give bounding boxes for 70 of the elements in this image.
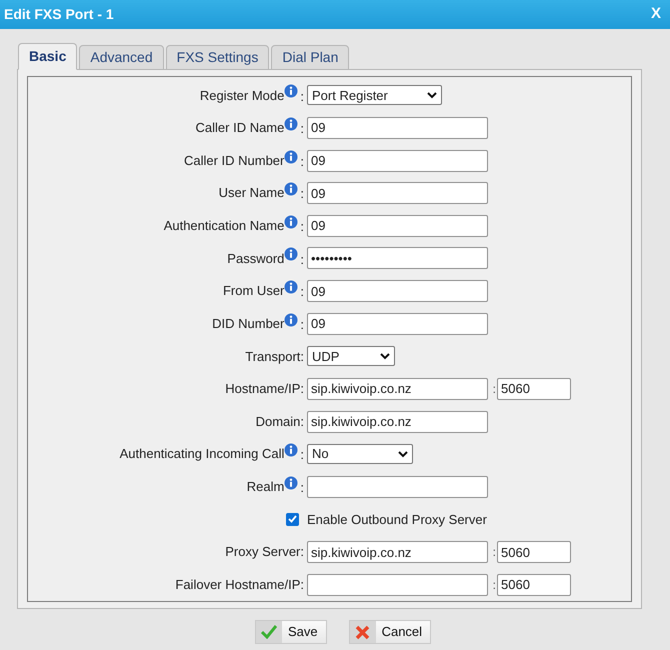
info-icon[interactable] bbox=[284, 116, 298, 131]
colon: : bbox=[300, 316, 304, 334]
info-icon[interactable] bbox=[284, 280, 298, 294]
info-icon[interactable] bbox=[284, 476, 298, 490]
chevron-down-icon bbox=[427, 92, 437, 99]
checkmark-icon bbox=[260, 625, 277, 639]
input-field[interactable]: sip.kiwivoip.co.nz bbox=[307, 378, 488, 400]
checkbox-label: Enable Outbound Proxy Server bbox=[307, 510, 488, 529]
checkbox[interactable] bbox=[286, 512, 299, 526]
field-label: Transport: bbox=[245, 348, 304, 366]
field-label: Domain: bbox=[256, 412, 304, 431]
info-icon[interactable] bbox=[284, 84, 298, 98]
info-icon[interactable] bbox=[284, 312, 298, 327]
input-field[interactable] bbox=[307, 574, 488, 596]
dropdown[interactable]: No bbox=[307, 444, 413, 464]
colon: : bbox=[300, 218, 304, 236]
tab[interactable]: Advanced bbox=[79, 45, 164, 70]
field-label: Authentication Name bbox=[164, 217, 284, 236]
port-separator: : bbox=[492, 576, 496, 594]
chevron-down-icon bbox=[398, 450, 408, 458]
colon: : bbox=[300, 283, 304, 302]
tab[interactable]: Basic bbox=[18, 43, 78, 70]
port-field[interactable]: 5060 bbox=[497, 574, 571, 596]
cross-icon bbox=[355, 624, 370, 640]
colon: : bbox=[300, 479, 304, 498]
input-field[interactable]: 09 bbox=[307, 214, 488, 237]
colon: : bbox=[300, 446, 304, 464]
tab[interactable]: Dial Plan bbox=[271, 45, 350, 70]
field-label: Proxy Server: bbox=[225, 543, 304, 562]
input-field[interactable] bbox=[307, 476, 488, 498]
input-field[interactable]: 09 bbox=[307, 280, 488, 302]
password-field[interactable]: ••••••••• bbox=[307, 247, 488, 270]
dropdown[interactable]: UDP bbox=[307, 346, 395, 366]
field-label: DID Number bbox=[212, 314, 284, 333]
info-icon[interactable] bbox=[284, 443, 298, 458]
input-field[interactable]: 09 bbox=[307, 312, 488, 335]
field-label: Register Mode bbox=[200, 86, 284, 105]
field-label: Authenticating Incoming Call bbox=[120, 445, 284, 464]
field-label: User Name bbox=[218, 184, 284, 202]
port-separator: : bbox=[492, 544, 496, 562]
colon: : bbox=[300, 88, 304, 106]
input-field[interactable]: 09 bbox=[307, 116, 488, 139]
save-button[interactable]: Save bbox=[254, 620, 327, 644]
dropdown[interactable]: Port Register bbox=[307, 85, 442, 106]
chevron-down-icon bbox=[380, 352, 390, 360]
field-label: Failover Hostname/IP: bbox=[175, 576, 304, 594]
tab[interactable]: FXS Settings bbox=[166, 45, 270, 70]
colon: : bbox=[300, 185, 304, 204]
input-field[interactable]: 09 bbox=[307, 150, 488, 172]
input-field[interactable]: 09 bbox=[307, 182, 488, 204]
field-label: Caller ID Number bbox=[184, 152, 284, 170]
window-title: Edit FXS Port - 1 bbox=[4, 5, 114, 24]
colon: : bbox=[300, 152, 304, 171]
port-field[interactable]: 5060 bbox=[497, 541, 571, 564]
port-separator: : bbox=[492, 380, 496, 398]
input-field[interactable]: sip.kiwivoip.co.nz bbox=[307, 410, 488, 433]
field-label: Caller ID Name bbox=[196, 119, 284, 138]
field-label: Realm bbox=[246, 478, 284, 496]
field-label: Hostname/IP: bbox=[225, 380, 304, 398]
input-field[interactable]: sip.kiwivoip.co.nz bbox=[307, 541, 488, 564]
colon: : bbox=[300, 120, 304, 138]
info-icon[interactable] bbox=[284, 150, 298, 164]
colon: : bbox=[300, 250, 304, 269]
field-label: Password bbox=[227, 250, 284, 268]
info-icon[interactable] bbox=[284, 182, 298, 196]
port-field[interactable]: 5060 bbox=[497, 378, 571, 400]
info-icon[interactable] bbox=[284, 247, 298, 262]
field-label: From User bbox=[222, 282, 284, 300]
cancel-button[interactable]: Cancel bbox=[348, 620, 432, 644]
info-icon[interactable] bbox=[284, 214, 298, 229]
